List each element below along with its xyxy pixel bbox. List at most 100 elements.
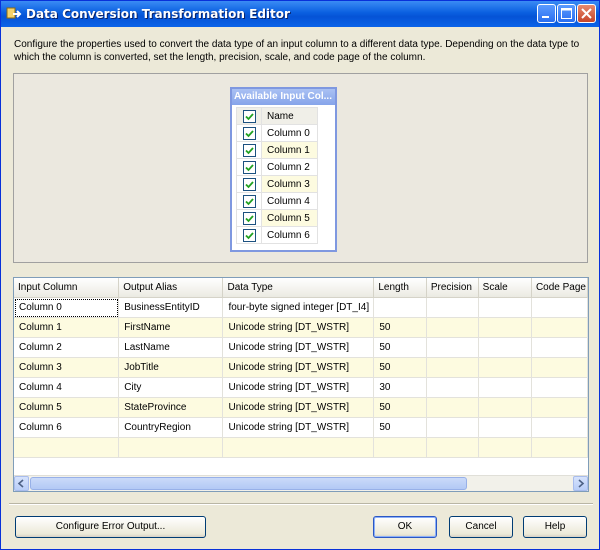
separator — [9, 503, 593, 505]
new-row-cell[interactable] — [478, 437, 532, 458]
maximize-icon[interactable] — [557, 4, 576, 23]
column-checkbox[interactable] — [242, 143, 256, 157]
scale-cell[interactable] — [478, 417, 532, 438]
column-checkbox[interactable] — [242, 177, 256, 191]
new-row-cell[interactable] — [531, 437, 588, 458]
scale-cell[interactable] — [478, 317, 532, 338]
scale-cell[interactable] — [478, 337, 532, 358]
available-column-name: Column 1 — [261, 141, 318, 159]
col-header-output-alias[interactable]: Output Alias — [118, 278, 224, 298]
code-page-cell[interactable] — [531, 417, 588, 438]
scale-cell[interactable] — [478, 357, 532, 378]
length-cell[interactable]: 50 — [373, 317, 427, 338]
precision-cell[interactable] — [426, 297, 479, 318]
data-type-cell[interactable]: Unicode string [DT_WSTR] — [222, 377, 375, 398]
new-row-cell[interactable] — [373, 437, 427, 458]
title-bar[interactable]: Data Conversion Transformation Editor — [1, 1, 599, 27]
data-type-cell[interactable]: Unicode string [DT_WSTR] — [222, 397, 375, 418]
input-column-cell[interactable]: Column 5 — [14, 397, 120, 418]
col-header-scale[interactable]: Scale — [478, 278, 532, 298]
precision-cell[interactable] — [426, 317, 479, 338]
horizontal-scrollbar[interactable] — [14, 475, 588, 491]
length-cell[interactable] — [373, 297, 427, 318]
available-column-name: Column 5 — [261, 209, 318, 227]
output-alias-cell[interactable]: StateProvince — [118, 397, 224, 418]
scroll-left-icon[interactable] — [14, 476, 29, 491]
output-alias-cell[interactable]: CountryRegion — [118, 417, 224, 438]
length-cell[interactable]: 50 — [373, 357, 427, 378]
available-column-name: Column 6 — [261, 226, 318, 244]
length-cell[interactable]: 30 — [373, 377, 427, 398]
precision-cell[interactable] — [426, 417, 479, 438]
code-page-cell[interactable] — [531, 377, 588, 398]
column-checkbox[interactable] — [242, 160, 256, 174]
help-button[interactable]: Help — [523, 516, 587, 538]
input-column-cell[interactable]: Column 0 — [14, 297, 120, 318]
code-page-cell[interactable] — [531, 357, 588, 378]
minimize-icon[interactable] — [537, 4, 556, 23]
data-type-cell[interactable]: four-byte signed integer [DT_I4] — [222, 297, 375, 318]
col-header-precision[interactable]: Precision — [426, 278, 479, 298]
table-row[interactable]: Column 3 JobTitle Unicode string [DT_WST… — [14, 357, 588, 378]
configure-error-output-button[interactable]: Configure Error Output... — [15, 516, 206, 538]
length-cell[interactable]: 50 — [373, 337, 427, 358]
table-row[interactable]: Column 2 LastName Unicode string [DT_WST… — [14, 337, 588, 358]
output-alias-cell[interactable]: JobTitle — [118, 357, 224, 378]
output-alias-cell[interactable]: City — [118, 377, 224, 398]
length-cell[interactable]: 50 — [373, 397, 427, 418]
cancel-button[interactable]: Cancel — [449, 516, 513, 538]
conversion-table: Input Column Output Alias Data Type Leng… — [14, 278, 588, 458]
new-row-cell[interactable] — [118, 437, 224, 458]
new-row[interactable] — [14, 437, 588, 458]
new-row-cell[interactable] — [426, 437, 479, 458]
new-row-cell[interactable] — [222, 437, 375, 458]
column-checkbox[interactable] — [242, 126, 256, 140]
new-row-cell[interactable] — [14, 437, 120, 458]
scale-cell[interactable] — [478, 297, 532, 318]
column-checkbox[interactable] — [242, 211, 256, 225]
scrollbar-thumb[interactable] — [30, 477, 467, 490]
data-type-cell[interactable]: Unicode string [DT_WSTR] — [222, 337, 375, 358]
table-row[interactable]: Column 4 City Unicode string [DT_WSTR] 3… — [14, 377, 588, 398]
select-all-checkbox[interactable] — [242, 109, 256, 123]
precision-cell[interactable] — [426, 377, 479, 398]
code-page-cell[interactable] — [531, 317, 588, 338]
code-page-cell[interactable] — [531, 337, 588, 358]
name-column-header[interactable]: Name — [261, 107, 318, 125]
available-inputs-title: Available Input Col... — [232, 89, 335, 105]
close-icon[interactable] — [577, 4, 596, 23]
precision-cell[interactable] — [426, 337, 479, 358]
table-row[interactable]: Column 1 FirstName Unicode string [DT_WS… — [14, 317, 588, 338]
input-column-cell[interactable]: Column 3 — [14, 357, 120, 378]
data-type-cell[interactable]: Unicode string [DT_WSTR] — [222, 317, 375, 338]
column-checkbox[interactable] — [242, 228, 256, 242]
output-alias-cell[interactable]: FirstName — [118, 317, 224, 338]
col-header-code-page[interactable]: Code Page — [531, 278, 588, 298]
data-type-cell[interactable]: Unicode string [DT_WSTR] — [222, 357, 375, 378]
data-type-cell[interactable]: Unicode string [DT_WSTR] — [222, 417, 375, 438]
table-row[interactable]: Column 5 StateProvince Unicode string [D… — [14, 397, 588, 418]
col-header-length[interactable]: Length — [373, 278, 427, 298]
precision-cell[interactable] — [426, 397, 479, 418]
code-page-cell[interactable] — [531, 397, 588, 418]
table-row[interactable]: Column 6 CountryRegion Unicode string [D… — [14, 417, 588, 438]
input-column-cell[interactable]: Column 6 — [14, 417, 120, 438]
precision-cell[interactable] — [426, 357, 479, 378]
col-header-data-type[interactable]: Data Type — [222, 278, 375, 298]
available-input-columns-box: Available Input Col... Name Column 0 Col… — [230, 87, 337, 252]
col-header-input-column[interactable]: Input Column — [14, 278, 120, 298]
output-alias-cell[interactable]: BusinessEntityID — [118, 297, 224, 318]
scale-cell[interactable] — [478, 377, 532, 398]
scale-cell[interactable] — [478, 397, 532, 418]
table-row[interactable]: Column 0 BusinessEntityID four-byte sign… — [14, 297, 588, 318]
input-column-cell[interactable]: Column 2 — [14, 337, 120, 358]
ok-button[interactable]: OK — [373, 516, 437, 538]
input-column-cell[interactable]: Column 1 — [14, 317, 120, 338]
input-column-cell[interactable]: Column 4 — [14, 377, 120, 398]
length-cell[interactable]: 50 — [373, 417, 427, 438]
column-checkbox[interactable] — [242, 194, 256, 208]
scroll-right-icon[interactable] — [573, 476, 588, 491]
output-alias-cell[interactable]: LastName — [118, 337, 224, 358]
available-column-name: Column 3 — [261, 175, 318, 193]
code-page-cell[interactable] — [531, 297, 588, 318]
